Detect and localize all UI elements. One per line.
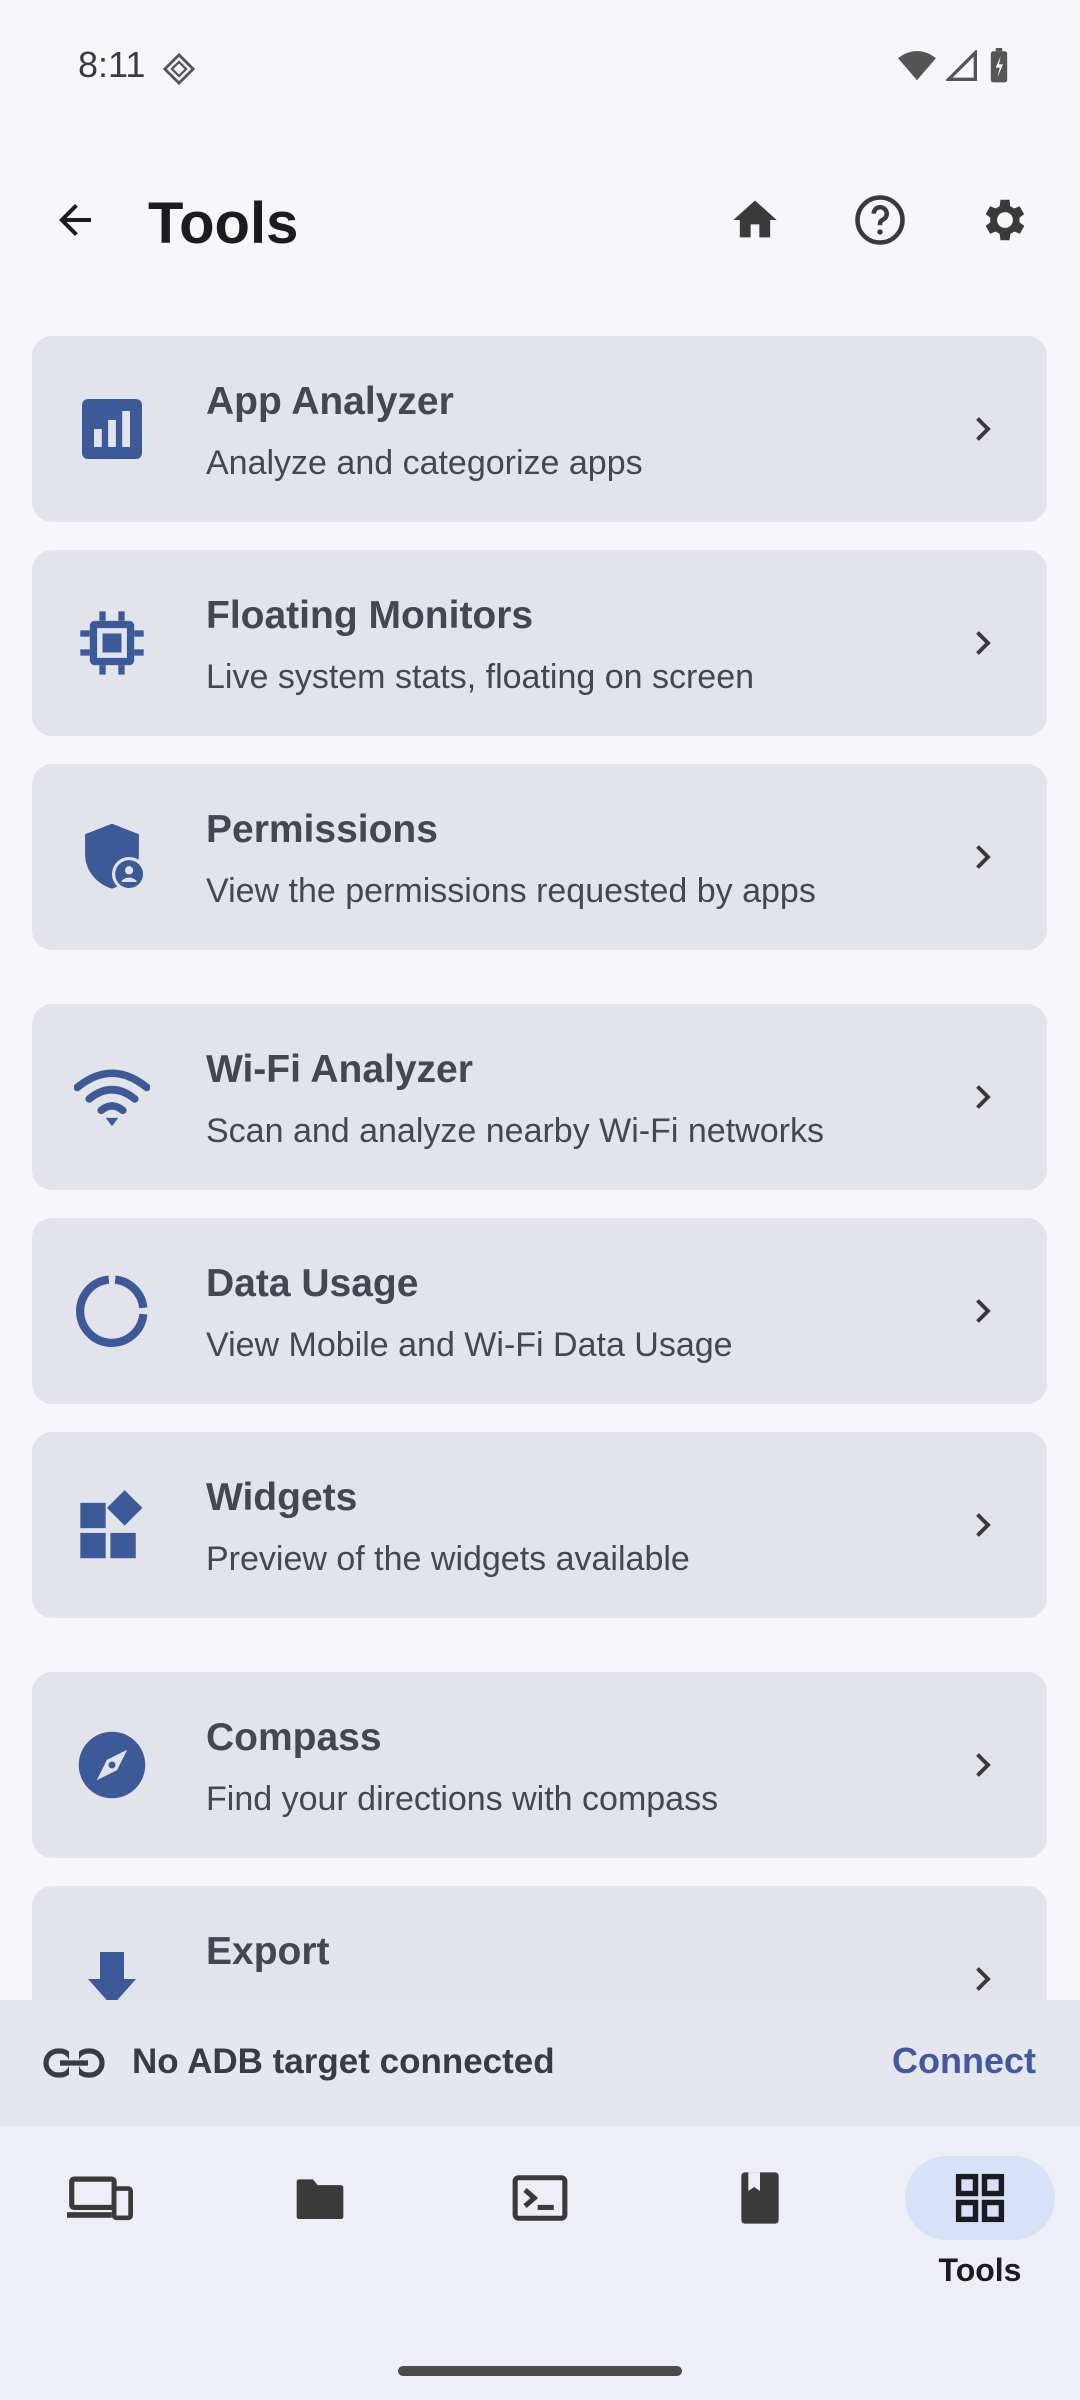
- back-button[interactable]: [40, 185, 110, 255]
- terminal-icon: [512, 2175, 568, 2221]
- home-indicator[interactable]: [398, 2366, 682, 2376]
- tool-title: Floating Monitors: [206, 594, 534, 637]
- nav-files[interactable]: [245, 2156, 395, 2306]
- tool-title: App Analyzer: [206, 380, 454, 423]
- tool-card-data-usage[interactable]: Data Usage View Mobile and Wi-Fi Data Us…: [32, 1218, 1047, 1404]
- status-icons: [898, 48, 1010, 84]
- chevron-right-icon: [955, 1738, 1009, 1792]
- tool-title: Export: [206, 1930, 330, 1973]
- grid-icon: [955, 2173, 1005, 2223]
- battery-icon: [990, 48, 1008, 83]
- gear-icon: [985, 199, 1025, 241]
- chevron-right-icon: [955, 1070, 1009, 1124]
- bottom-navigation: Tools: [0, 2126, 1080, 2400]
- tool-description: Find your directions with compass: [206, 1780, 719, 1818]
- widgets-icon: [74, 1487, 150, 1563]
- tool-card-widgets[interactable]: Widgets Preview of the widgets available: [32, 1432, 1047, 1618]
- bar-chart-icon: [74, 391, 150, 467]
- top-app-bar: Tools: [0, 160, 1080, 280]
- tool-title: Data Usage: [206, 1262, 419, 1305]
- data-usage-icon: [74, 1273, 150, 1349]
- folder-icon: [296, 2179, 344, 2219]
- chevron-right-icon: [955, 1498, 1009, 1552]
- status-time: 8:11: [78, 44, 146, 85]
- tool-description: Scan and analyze nearby Wi-Fi networks: [206, 1112, 824, 1150]
- wifi-icon: [74, 1059, 150, 1135]
- tool-card-compass[interactable]: Compass Find your directions with compas…: [32, 1672, 1047, 1858]
- shield-person-icon: [74, 819, 150, 895]
- compass-icon: [74, 1727, 150, 1803]
- page-title: Tools: [148, 191, 299, 256]
- arrow-back-icon: [59, 204, 91, 236]
- devices-icon: [67, 2176, 133, 2221]
- tool-description: Preview of the widgets available: [206, 1540, 690, 1578]
- tool-title: Permissions: [206, 808, 438, 851]
- chevron-right-icon: [955, 1952, 1009, 2000]
- tool-description: View Mobile and Wi-Fi Data Usage: [206, 1326, 733, 1364]
- tool-card-permissions[interactable]: Permissions View the permissions request…: [32, 764, 1047, 950]
- nav-devices[interactable]: [25, 2156, 175, 2306]
- help-button[interactable]: [845, 185, 915, 255]
- tool-card-wifi-analyzer[interactable]: Wi-Fi Analyzer Scan and analyze nearby W…: [32, 1004, 1047, 1190]
- tool-card-floating-monitors[interactable]: Floating Monitors Live system stats, flo…: [32, 550, 1047, 736]
- cpu-chip-icon: [74, 605, 150, 681]
- connect-button[interactable]: Connect: [892, 2040, 1036, 2082]
- nav-tools[interactable]: Tools: [905, 2156, 1055, 2306]
- home-button[interactable]: [720, 185, 790, 255]
- tool-description: View the permissions requested by apps: [206, 872, 816, 910]
- settings-button[interactable]: [970, 185, 1040, 255]
- adb-status-text: No ADB target connected: [132, 2042, 555, 2081]
- link-icon: [43, 2048, 105, 2078]
- nav-terminal[interactable]: [465, 2156, 615, 2306]
- tool-title: Compass: [206, 1716, 382, 1759]
- wifi-signal-icon: [898, 50, 936, 81]
- tools-list: App Analyzer Analyze and categorize apps…: [0, 300, 1080, 2000]
- home-icon: [733, 200, 777, 238]
- download-icon: [74, 1941, 150, 2000]
- chevron-right-icon: [955, 402, 1009, 456]
- tool-title: Wi-Fi Analyzer: [206, 1048, 473, 1091]
- chevron-right-icon: [955, 1284, 1009, 1338]
- cell-signal-icon: [946, 50, 977, 81]
- tool-card-export[interactable]: Export: [32, 1886, 1047, 2000]
- adb-status-bar: No ADB target connected Connect: [0, 2000, 1080, 2126]
- nav-tools-label: Tools: [938, 2252, 1022, 2288]
- tool-description: Live system stats, floating on screen: [206, 658, 755, 696]
- nav-docs[interactable]: [685, 2156, 835, 2306]
- tool-title: Widgets: [206, 1476, 358, 1519]
- chevron-right-icon: [955, 830, 1009, 884]
- help-icon: [855, 195, 905, 245]
- tool-card-app-analyzer[interactable]: App Analyzer Analyze and categorize apps: [32, 336, 1047, 522]
- book-icon: [741, 2172, 779, 2224]
- status-bar: 8:11: [0, 0, 1080, 130]
- chevron-right-icon: [955, 616, 1009, 670]
- tool-description: Analyze and categorize apps: [206, 444, 643, 482]
- notification-icon: [162, 52, 196, 86]
